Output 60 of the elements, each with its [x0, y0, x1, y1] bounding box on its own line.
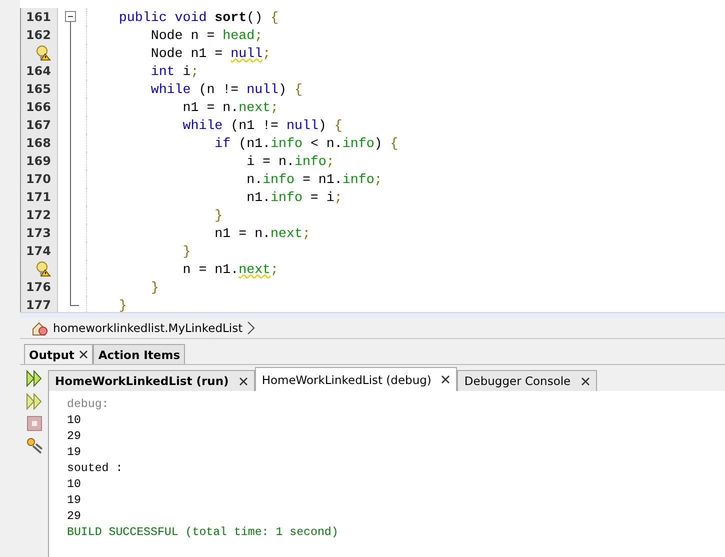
line-number: 177	[26, 298, 51, 312]
output-line: debug:	[67, 397, 110, 413]
lightbulb-warning-icon[interactable]	[35, 45, 51, 61]
code-line: Node n1 = null;	[150, 46, 271, 60]
code-line: Node n = head;	[150, 28, 263, 42]
code-line: }	[150, 280, 159, 294]
line-number: 172	[26, 208, 51, 222]
code-line: while (n1 != null) {	[182, 118, 342, 132]
close-icon[interactable]	[580, 376, 590, 386]
output-line: 10	[67, 477, 82, 493]
close-icon[interactable]	[79, 350, 88, 359]
line-number: 176	[26, 280, 51, 294]
rerun-icon[interactable]	[26, 393, 42, 410]
line-number: 174	[26, 244, 51, 258]
code-line: }	[118, 298, 127, 312]
panel-tab[interactable]: Output	[24, 344, 94, 364]
lightbulb-warning-icon[interactable]	[35, 261, 51, 277]
line-number: 164	[26, 64, 51, 78]
code-line: n1 = n.next;	[214, 226, 310, 240]
stop-icon[interactable]	[26, 416, 42, 431]
output-line: 19	[67, 445, 82, 461]
output-line: 29	[67, 509, 82, 525]
code-line: int i;	[150, 64, 199, 78]
line-number: 169	[26, 154, 51, 168]
line-number: 167	[26, 118, 51, 132]
code-line: if (n1.info < n.info) {	[214, 136, 398, 150]
breadcrumb-path[interactable]: homeworklinkedlist.MyLinkedList	[53, 321, 243, 335]
collapse-icon[interactable]	[65, 11, 76, 22]
code-line: n1 = n.next;	[182, 100, 279, 114]
line-number: 170	[26, 172, 51, 186]
line-number: 161	[26, 10, 51, 24]
line-number: 168	[26, 136, 51, 150]
close-icon[interactable]	[238, 376, 248, 386]
code-line: i = n.info;	[246, 154, 334, 168]
class-icon	[32, 320, 49, 336]
output-line: 29	[67, 429, 82, 445]
output-line: 10	[67, 413, 82, 429]
console-tab[interactable]: HomeWorkLinkedList (run)	[48, 370, 255, 391]
line-number: 171	[26, 190, 51, 204]
settings-icon[interactable]	[26, 437, 42, 454]
code-line: }	[214, 208, 223, 222]
chevron-right-icon[interactable]	[246, 321, 256, 335]
console-tab[interactable]: HomeWorkLinkedList (debug)	[254, 367, 458, 391]
code-line: n = n1.next;	[182, 262, 279, 276]
line-number: 166	[26, 100, 51, 114]
console-tab[interactable]: Debugger Console	[457, 370, 597, 391]
close-icon[interactable]	[441, 375, 450, 384]
output-line: 19	[67, 493, 82, 509]
rerun-icon[interactable]	[26, 370, 42, 387]
line-number: 165	[26, 82, 51, 96]
output-line: souted :	[67, 461, 124, 477]
line-number: 162	[26, 28, 51, 42]
code-line: n.info = n1.info;	[246, 172, 382, 186]
code-line: }	[182, 244, 191, 258]
output-line: BUILD SUCCESSFUL (total time: 1 second)	[67, 525, 340, 541]
code-line: n1.info = i;	[246, 190, 342, 204]
panel-tab[interactable]: Action Items	[93, 344, 186, 364]
code-line: public void sort() {	[118, 10, 279, 24]
line-number: 173	[26, 226, 51, 240]
code-line: while (n != null) {	[150, 82, 302, 96]
